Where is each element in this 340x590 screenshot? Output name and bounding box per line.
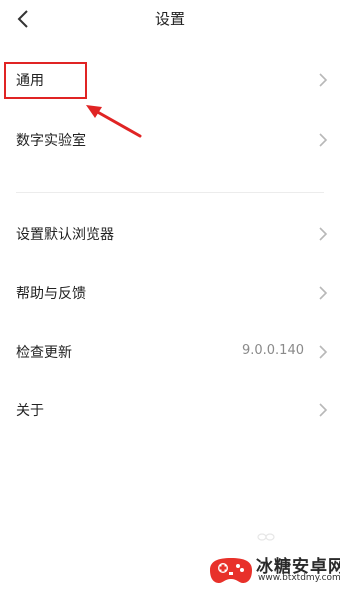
faint-watermark-icon [257,533,275,541]
page-title: 设置 [154,10,185,28]
chevron-right-icon [319,286,328,300]
chevron-right-icon [319,345,328,359]
highlight-box [4,62,87,99]
settings-page: 设置 通用 数字实验室 设置默认浏览器 帮助与反馈 检查更新 9.0.0.140 [0,0,340,590]
settings-item-digital-lab[interactable]: 数字实验室 [0,120,340,160]
settings-item-check-update[interactable]: 检查更新 9.0.0.140 [0,332,340,372]
chevron-right-icon [319,227,328,241]
chevron-right-icon [319,403,328,417]
watermark-site-url: www.btxtdmy.com [258,573,340,583]
settings-item-help-feedback[interactable]: 帮助与反馈 [0,273,340,313]
header-bar: 设置 [0,0,340,38]
settings-item-label: 帮助与反馈 [16,286,86,302]
settings-item-label: 数字实验室 [16,133,86,149]
settings-item-default-browser[interactable]: 设置默认浏览器 [0,214,340,254]
settings-item-label: 设置默认浏览器 [16,227,114,243]
site-watermark-logo: 冰糖安卓网 www.btxtdmy.com [206,552,340,588]
gamepad-logo-icon [210,558,252,583]
chevron-right-icon [319,73,328,87]
chevron-right-icon [319,133,328,147]
settings-item-label: 关于 [16,403,44,419]
settings-item-about[interactable]: 关于 [0,390,340,430]
settings-item-label: 检查更新 [16,345,72,361]
section-divider [16,192,324,193]
version-value: 9.0.0.140 [241,343,304,358]
red-arrow-icon [86,105,142,138]
